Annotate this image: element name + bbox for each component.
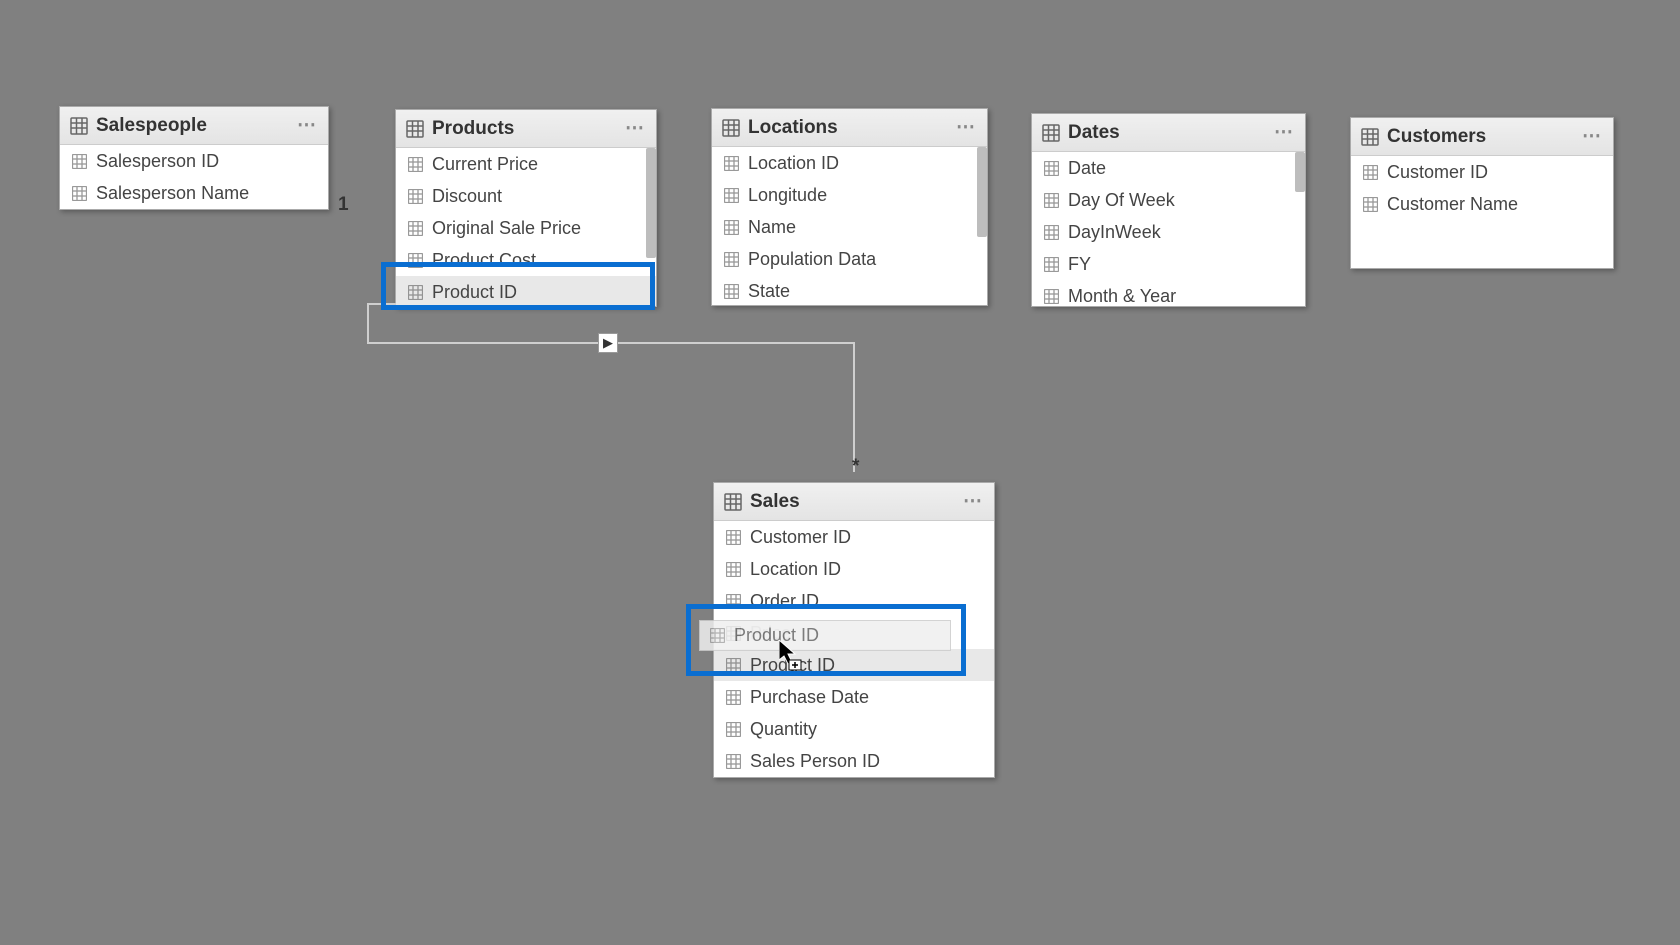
table-menu-button[interactable]: ⋯ <box>1582 125 1603 148</box>
field-icon <box>408 285 423 300</box>
field-customer-id[interactable]: Customer ID <box>1351 156 1613 188</box>
cardinality-one: 1 <box>338 194 349 216</box>
table-icon <box>724 493 742 511</box>
field-icon <box>726 690 741 705</box>
field-customer-id[interactable]: Customer ID <box>714 521 994 553</box>
field-icon <box>726 658 741 673</box>
table-title: Sales <box>750 491 800 513</box>
table-title: Customers <box>1387 126 1486 148</box>
table-title: Locations <box>748 117 838 139</box>
field-name[interactable]: Name <box>712 211 987 243</box>
table-icon <box>1042 124 1060 142</box>
field-location-id[interactable]: Location ID <box>714 553 994 585</box>
field-icon <box>1363 197 1378 212</box>
field-product-id[interactable]: Product ID <box>396 276 656 306</box>
table-header-locations[interactable]: Locations ⋯ <box>712 109 987 147</box>
table-title: Salespeople <box>96 115 207 137</box>
table-menu-button[interactable]: ⋯ <box>963 490 984 513</box>
drag-ghost-field: Product ID <box>699 620 951 651</box>
field-icon <box>710 628 725 643</box>
field-current-price[interactable]: Current Price <box>396 148 656 180</box>
field-population-data[interactable]: Population Data <box>712 243 987 275</box>
field-icon <box>72 186 87 201</box>
field-state[interactable]: State <box>712 275 987 305</box>
table-menu-button[interactable]: ⋯ <box>625 117 646 140</box>
field-icon <box>1044 193 1059 208</box>
table-title: Products <box>432 118 514 140</box>
field-icon <box>408 221 423 236</box>
table-header-salespeople[interactable]: Salespeople ⋯ <box>60 107 328 145</box>
field-salesperson-name[interactable]: Salesperson Name <box>60 177 328 209</box>
field-day-in-week[interactable]: DayInWeek <box>1032 216 1305 248</box>
field-icon <box>72 154 87 169</box>
scrollbar[interactable] <box>977 147 987 237</box>
field-icon <box>724 188 739 203</box>
field-sales-person-id[interactable]: Sales Person ID <box>714 745 994 777</box>
field-date[interactable]: Date <box>1032 152 1305 184</box>
field-discount[interactable]: Discount <box>396 180 656 212</box>
field-icon <box>724 252 739 267</box>
model-canvas[interactable]: 1 * ▶ Salespeople ⋯ Salesperson ID Sales… <box>0 0 1680 945</box>
field-icon <box>726 530 741 545</box>
field-icon <box>724 284 739 299</box>
field-icon <box>726 594 741 609</box>
table-dates[interactable]: Dates ⋯ Date Day Of Week DayInWeek FY Mo… <box>1031 113 1306 307</box>
field-purchase-date[interactable]: Purchase Date <box>714 681 994 713</box>
table-header-sales[interactable]: Sales ⋯ <box>714 483 994 521</box>
field-location-id[interactable]: Location ID <box>712 147 987 179</box>
table-locations[interactable]: Locations ⋯ Location ID Longitude Name P… <box>711 108 988 306</box>
field-product-id[interactable]: Product ID <box>714 649 994 681</box>
table-header-dates[interactable]: Dates ⋯ <box>1032 114 1305 152</box>
field-quantity[interactable]: Quantity <box>714 713 994 745</box>
field-customer-name[interactable]: Customer Name <box>1351 188 1613 220</box>
field-original-sale-price[interactable]: Original Sale Price <box>396 212 656 244</box>
field-longitude[interactable]: Longitude <box>712 179 987 211</box>
table-icon <box>1361 128 1379 146</box>
field-icon <box>726 754 741 769</box>
table-icon <box>70 117 88 135</box>
table-title: Dates <box>1068 122 1120 144</box>
table-icon <box>406 120 424 138</box>
table-menu-button[interactable]: ⋯ <box>1274 121 1295 144</box>
field-icon <box>1363 165 1378 180</box>
field-icon <box>726 722 741 737</box>
table-header-products[interactable]: Products ⋯ <box>396 110 656 148</box>
field-icon <box>1044 161 1059 176</box>
table-customers[interactable]: Customers ⋯ Customer ID Customer Name <box>1350 117 1614 269</box>
scrollbar[interactable] <box>646 148 656 258</box>
field-order-id[interactable]: Order ID <box>714 585 994 617</box>
field-icon <box>724 220 739 235</box>
field-day-of-week[interactable]: Day Of Week <box>1032 184 1305 216</box>
field-icon <box>408 253 423 268</box>
field-salesperson-id[interactable]: Salesperson ID <box>60 145 328 177</box>
cardinality-many: * <box>852 456 859 478</box>
scrollbar[interactable] <box>1295 152 1305 192</box>
field-month-year[interactable]: Month & Year <box>1032 280 1305 306</box>
table-menu-button[interactable]: ⋯ <box>956 116 977 139</box>
field-icon <box>1044 257 1059 272</box>
field-icon <box>1044 225 1059 240</box>
field-icon <box>724 156 739 171</box>
table-icon <box>722 119 740 137</box>
field-icon <box>726 562 741 577</box>
field-fy[interactable]: FY <box>1032 248 1305 280</box>
table-salespeople[interactable]: Salespeople ⋯ Salesperson ID Salesperson… <box>59 106 329 210</box>
field-icon <box>408 189 423 204</box>
field-icon <box>408 157 423 172</box>
relationship-direction-arrow[interactable]: ▶ <box>598 333 618 353</box>
table-header-customers[interactable]: Customers ⋯ <box>1351 118 1613 156</box>
field-product-cost[interactable]: Product Cost <box>396 244 656 276</box>
table-products[interactable]: Products ⋯ Current Price Discount Origin… <box>395 109 657 307</box>
table-menu-button[interactable]: ⋯ <box>297 114 318 137</box>
field-icon <box>1044 289 1059 304</box>
